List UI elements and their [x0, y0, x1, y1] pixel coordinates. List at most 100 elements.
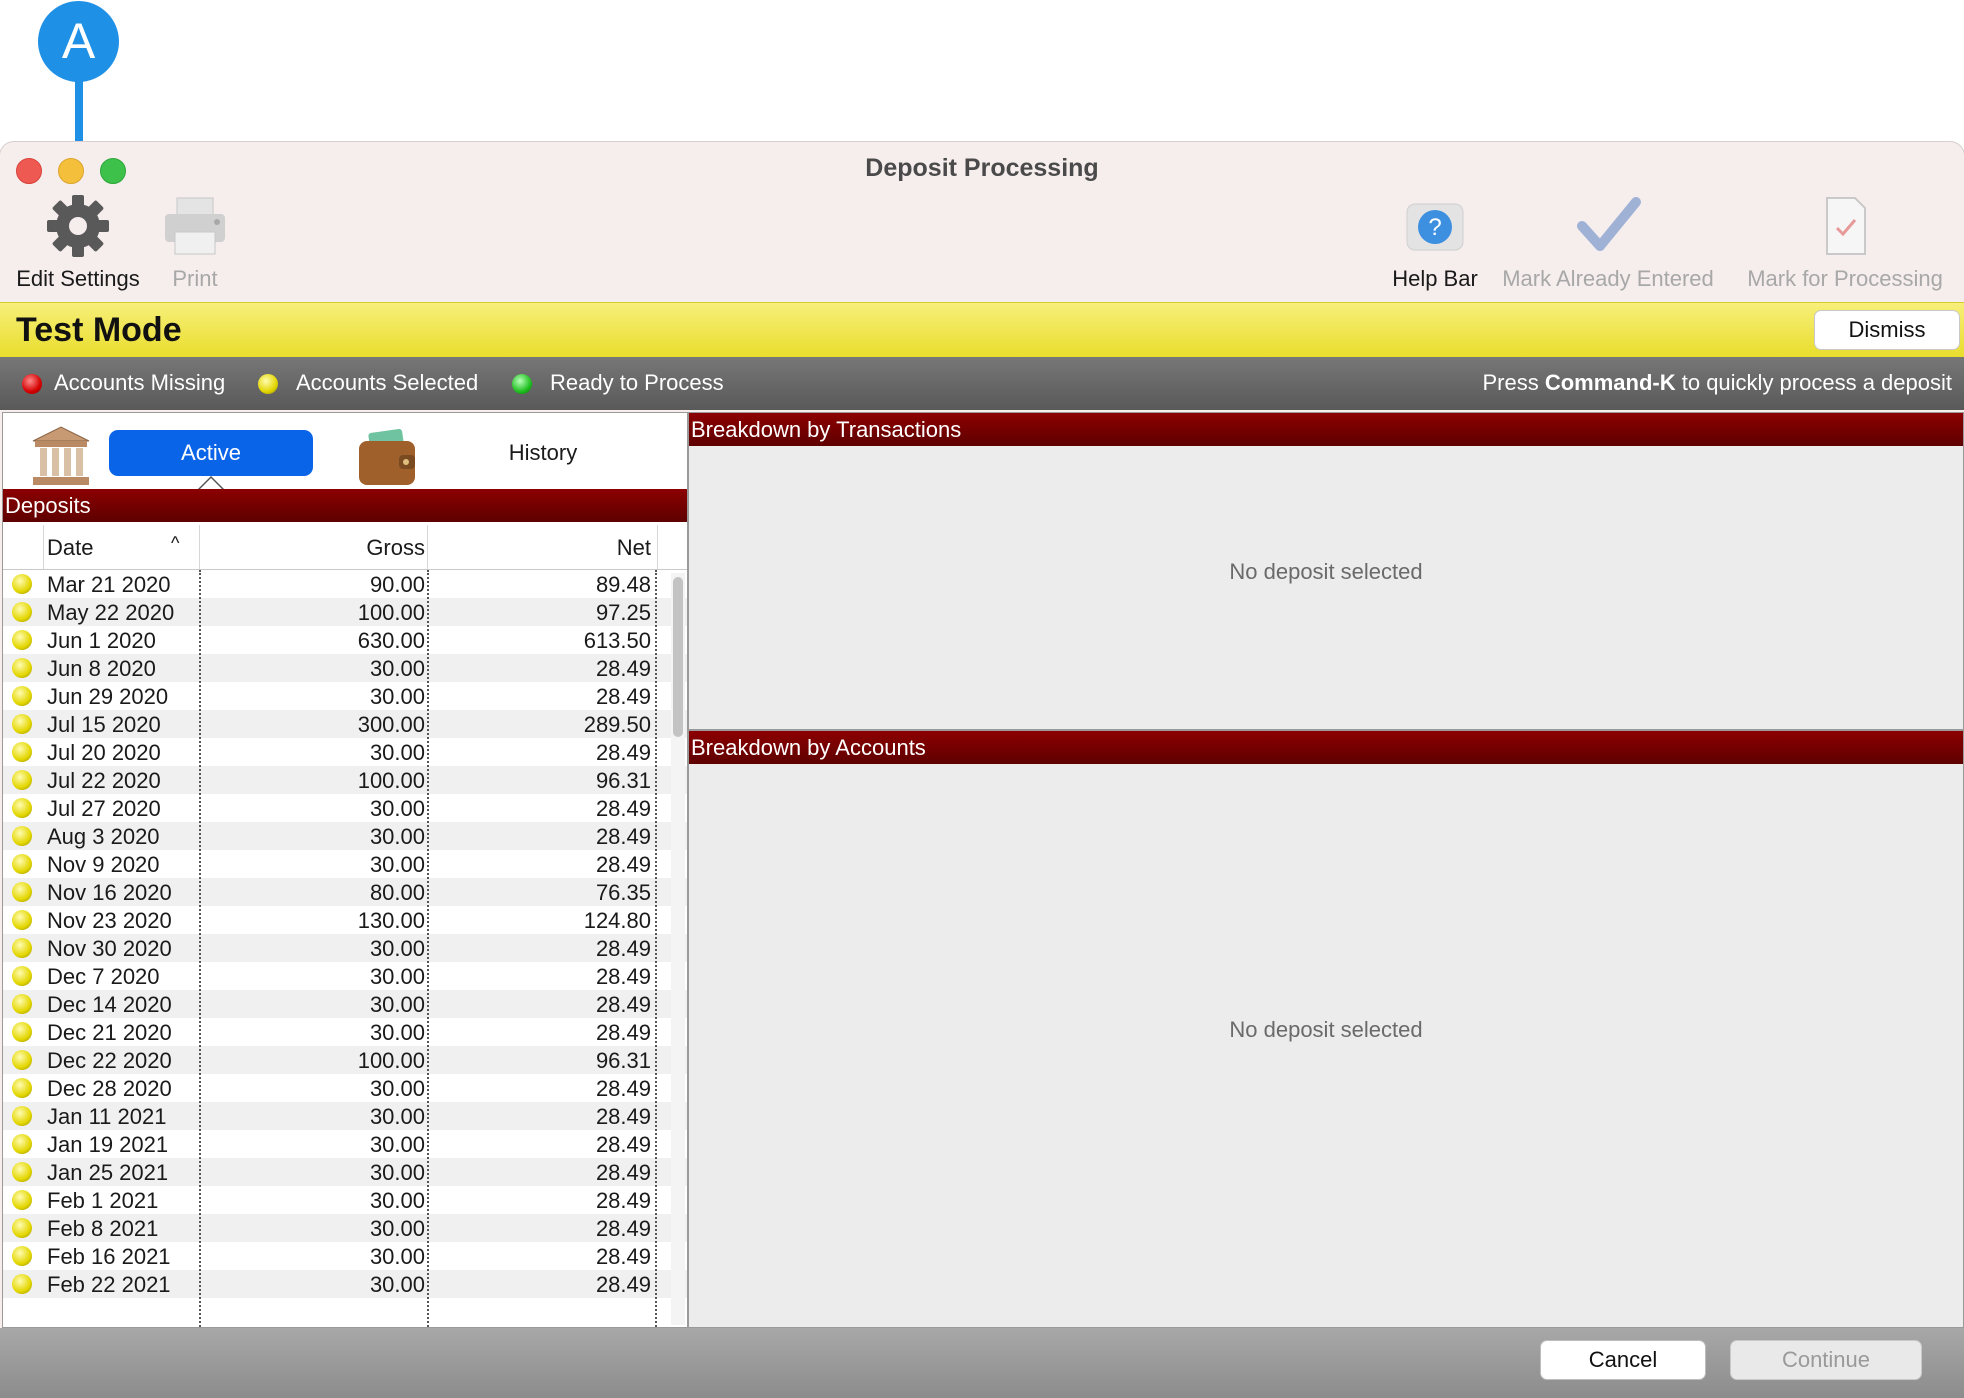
cell-gross: 30.00 [369, 964, 425, 989]
cell-date: Feb 1 2021 [47, 1188, 159, 1213]
no-deposit-selected-text: No deposit selected [1229, 559, 1423, 584]
cell-date: Jul 15 2020 [47, 712, 161, 737]
table-row[interactable]: Jan 11 2021 30.00 28.49 [3, 1102, 687, 1130]
table-row[interactable]: May 22 2020 100.00 97.25 [3, 598, 687, 626]
cell-gross: 30.00 [369, 992, 425, 1017]
deposit-processing-window: Deposit Processing Edit Settings Print ?… [0, 142, 1964, 1398]
cell-date: Dec 22 2020 [47, 1048, 172, 1073]
mark-for-processing-button[interactable]: Mark for Processing [1730, 192, 1960, 292]
cell-gross: 300.00 [357, 712, 425, 737]
status-dot-icon [12, 798, 32, 818]
cell-date: Feb 8 2021 [47, 1216, 159, 1241]
column-divider [655, 570, 657, 1327]
cell-net: 28.49 [595, 1076, 651, 1101]
table-row[interactable]: Dec 7 2020 30.00 28.49 [3, 962, 687, 990]
cell-date: Jul 27 2020 [47, 796, 161, 821]
table-row[interactable]: Jul 27 2020 30.00 28.49 [3, 794, 687, 822]
print-button[interactable]: Print [150, 192, 240, 292]
table-row[interactable]: Feb 16 2021 30.00 28.49 [3, 1242, 687, 1270]
deposits-scrollbar[interactable] [671, 573, 685, 1325]
cell-net: 28.49 [595, 992, 651, 1017]
test-mode-banner: Test Mode Dismiss [0, 302, 1964, 358]
column-header-gross[interactable]: Gross [366, 535, 425, 561]
status-dot-icon [12, 714, 32, 734]
scrollbar-thumb[interactable] [673, 577, 683, 737]
cell-date: Feb 16 2021 [47, 1244, 171, 1269]
table-row[interactable]: Jan 19 2021 30.00 28.49 [3, 1130, 687, 1158]
status-dot-icon [12, 1134, 32, 1154]
table-row[interactable]: Feb 1 2021 30.00 28.49 [3, 1186, 687, 1214]
cell-gross: 100.00 [357, 1048, 425, 1073]
column-separator [199, 525, 200, 569]
table-row[interactable]: Jul 22 2020 100.00 96.31 [3, 766, 687, 794]
test-mode-title: Test Mode [16, 311, 182, 349]
cell-date: Jan 25 2021 [47, 1160, 169, 1185]
table-row[interactable]: Jan 25 2021 30.00 28.49 [3, 1158, 687, 1186]
column-header-net[interactable]: Net [617, 535, 651, 561]
table-row[interactable]: Nov 23 2020 130.00 124.80 [3, 906, 687, 934]
cell-gross: 30.00 [369, 852, 425, 877]
cancel-button[interactable]: Cancel [1540, 1340, 1706, 1380]
cell-net: 28.49 [595, 852, 651, 877]
help-bar-button[interactable]: ? Help Bar [1380, 192, 1490, 292]
ready-to-process-dot-icon [512, 374, 532, 394]
cell-gross: 100.00 [357, 768, 425, 793]
cell-net: 28.49 [595, 1104, 651, 1129]
table-row[interactable]: Nov 9 2020 30.00 28.49 [3, 850, 687, 878]
table-row[interactable]: Feb 22 2021 30.00 28.49 [3, 1270, 687, 1298]
table-row[interactable]: Dec 21 2020 30.00 28.49 [3, 1018, 687, 1046]
table-row[interactable]: Dec 14 2020 30.00 28.49 [3, 990, 687, 1018]
cell-net: 76.35 [595, 880, 651, 905]
status-dot-icon [12, 602, 32, 622]
dismiss-button[interactable]: Dismiss [1814, 310, 1960, 350]
deposits-header: Deposits [3, 489, 687, 522]
column-divider [199, 570, 201, 1327]
cell-net: 28.49 [595, 1244, 651, 1269]
table-row[interactable]: Jul 15 2020 300.00 289.50 [3, 710, 687, 738]
cell-net: 28.49 [595, 1216, 651, 1241]
accounts-selected-dot-icon [258, 374, 278, 394]
table-row[interactable]: Jun 29 2020 30.00 28.49 [3, 682, 687, 710]
cell-net: 28.49 [595, 1160, 651, 1185]
cell-gross: 30.00 [369, 1160, 425, 1185]
cell-net: 96.31 [595, 768, 651, 793]
mark-already-entered-button[interactable]: Mark Already Entered [1490, 192, 1726, 292]
table-row[interactable]: Dec 22 2020 100.00 96.31 [3, 1046, 687, 1074]
table-row[interactable]: Nov 16 2020 80.00 76.35 [3, 878, 687, 906]
cell-net: 28.49 [595, 964, 651, 989]
status-dot-icon [12, 574, 32, 594]
cell-date: Mar 21 2020 [47, 572, 171, 597]
status-dot-icon [12, 966, 32, 986]
breakdown-accounts-panel: Breakdown by Accounts No deposit selecte… [688, 730, 1964, 1328]
cell-date: Nov 30 2020 [47, 936, 172, 961]
gear-icon [47, 195, 109, 257]
cell-gross: 30.00 [369, 1188, 425, 1213]
tab-active[interactable]: Active [109, 430, 313, 476]
cell-gross: 30.00 [369, 740, 425, 765]
table-row[interactable]: Feb 8 2021 30.00 28.49 [3, 1214, 687, 1242]
help-bar-label: Help Bar [1392, 266, 1478, 291]
cell-date: May 22 2020 [47, 600, 175, 625]
cell-date: Jun 29 2020 [47, 684, 169, 709]
column-header-date[interactable]: Date [47, 535, 93, 561]
table-row[interactable]: Aug 3 2020 30.00 28.49 [3, 822, 687, 850]
cell-date: Dec 28 2020 [47, 1076, 172, 1101]
table-row[interactable]: Jun 1 2020 630.00 613.50 [3, 626, 687, 654]
breakdown-transactions-header: Breakdown by Transactions [689, 413, 1963, 446]
tab-history[interactable]: History [443, 440, 643, 466]
deposits-table-body: Mar 21 2020 90.00 89.48 May 22 2020 100.00 97… [3, 570, 687, 1327]
bank-icon[interactable] [29, 425, 93, 489]
table-row[interactable]: Jun 8 2020 30.00 28.49 [3, 654, 687, 682]
wallet-icon[interactable] [355, 427, 419, 489]
edit-settings-button[interactable]: Edit Settings [8, 192, 148, 292]
status-dot-icon [12, 1022, 32, 1042]
help-icon: ? [1406, 203, 1464, 251]
table-row[interactable]: Nov 30 2020 30.00 28.49 [3, 934, 687, 962]
table-row[interactable]: Jul 20 2020 30.00 28.49 [3, 738, 687, 766]
cell-date: Nov 23 2020 [47, 908, 172, 933]
table-row[interactable]: Dec 28 2020 30.00 28.49 [3, 1074, 687, 1102]
table-row[interactable]: Mar 21 2020 90.00 89.48 [3, 570, 687, 598]
status-dot-icon [12, 686, 32, 706]
continue-button[interactable]: Continue [1730, 1340, 1922, 1380]
status-dot-icon [12, 770, 32, 790]
